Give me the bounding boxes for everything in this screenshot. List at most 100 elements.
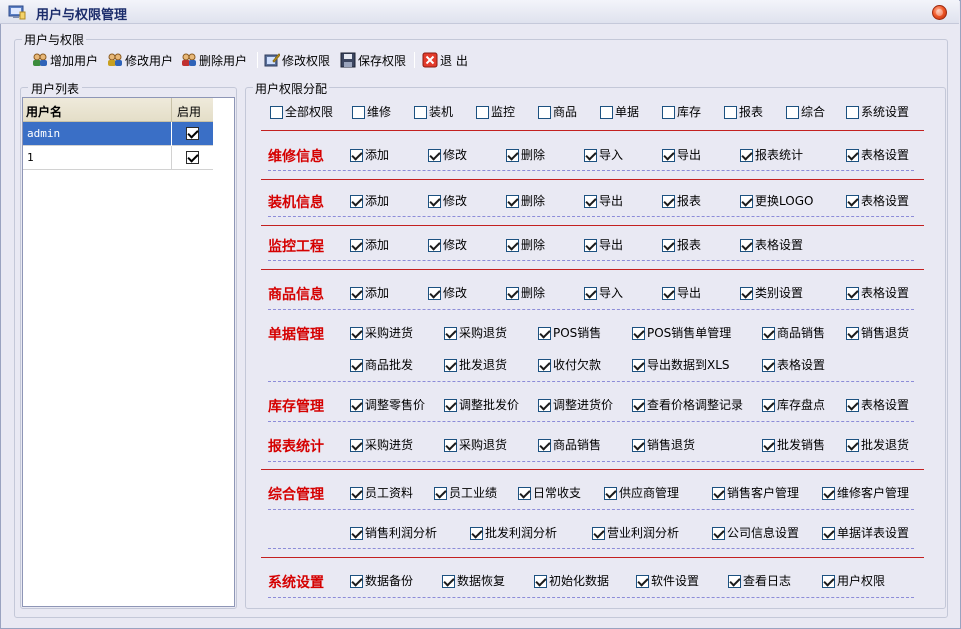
goods-import-checkbox[interactable]: 导入 [584,286,623,300]
column-divider [171,146,172,170]
general-staff-info-checkbox[interactable]: 员工资料 [350,486,413,500]
repair-edit-checkbox[interactable]: 修改 [428,148,467,162]
general-sales-customer-checkbox[interactable]: 销售客户管理 [712,486,799,500]
assembly-group-checkbox[interactable]: 装机 [414,105,453,119]
repair-table-settings-checkbox[interactable]: 表格设置 [846,148,909,162]
system-user-permissions-checkbox[interactable]: 用户权限 [822,574,885,588]
goods-category-settings-checkbox[interactable]: 类别设置 [740,286,803,300]
checkbox-box [762,326,775,340]
docs-wholesale-checkbox[interactable]: 商品批发 [350,358,413,372]
all-permissions-checkbox[interactable]: 全部权限 [270,105,333,119]
docs-sales-return-checkbox[interactable]: 销售退货 [846,326,909,340]
monitor-delete-checkbox[interactable]: 删除 [506,238,545,252]
save-permissions-button[interactable]: 保存权限 [340,50,406,70]
docs-pos-sales-checkbox[interactable]: POS销售 [538,326,601,340]
system-software-settings-checkbox[interactable]: 软件设置 [636,574,699,588]
goods-add-checkbox[interactable]: 添加 [350,286,389,300]
assembly-export-checkbox[interactable]: 导出 [584,194,623,208]
general-staff-performance-checkbox[interactable]: 员工业绩 [434,486,497,500]
general-operating-profit-checkbox[interactable]: 营业利润分析 [592,526,679,540]
system-backup-checkbox[interactable]: 数据备份 [350,574,413,588]
repair-report-stats-checkbox[interactable]: 报表统计 [740,148,803,162]
stock-adjust-purchase-checkbox[interactable]: 调整进货价 [538,398,613,412]
system-view-log-checkbox[interactable]: 查看日志 [728,574,791,588]
goods-edit-checkbox[interactable]: 修改 [428,286,467,300]
stock-group-checkbox[interactable]: 库存 [662,105,701,119]
stock-adjust-wholesale-checkbox[interactable]: 调整批发价 [444,398,519,412]
report-group-checkbox[interactable]: 报表 [724,105,763,119]
report-wholesale-return-checkbox[interactable]: 批发退货 [846,438,909,452]
report-purchase-in-checkbox[interactable]: 采购进货 [350,438,413,452]
general-wholesale-profit-checkbox[interactable]: 批发利润分析 [470,526,557,540]
save-icon [340,52,356,68]
general-daily-ledger-checkbox[interactable]: 日常收支 [518,486,581,500]
edit-permissions-button[interactable]: 修改权限 [264,50,330,70]
monitor-add-checkbox[interactable]: 添加 [350,238,389,252]
repair-delete-checkbox[interactable]: 删除 [506,148,545,162]
goods-group-checkbox[interactable]: 商品 [538,105,577,119]
monitor-export-checkbox[interactable]: 导出 [584,238,623,252]
stock-adjust-retail-checkbox[interactable]: 调整零售价 [350,398,425,412]
general-doc-detail-settings-checkbox[interactable]: 单据详表设置 [822,526,909,540]
checkbox-box [350,486,363,500]
user-enabled-checkbox[interactable] [186,127,199,140]
assembly-table-settings-checkbox[interactable]: 表格设置 [846,194,909,208]
general-group-checkbox[interactable]: 综合 [786,105,825,119]
system-restore-checkbox[interactable]: 数据恢复 [442,574,505,588]
user-enabled-checkbox[interactable] [186,151,199,164]
checkbox-box [350,194,363,208]
assembly-change-logo-checkbox[interactable]: 更换LOGO [740,194,813,208]
assembly-edit-checkbox[interactable]: 修改 [428,194,467,208]
checkbox-label: 调整批发价 [459,398,520,412]
assembly-delete-checkbox[interactable]: 删除 [506,194,545,208]
repair-export-checkbox[interactable]: 导出 [662,148,701,162]
enabled-column-header[interactable]: 启用 [177,103,201,120]
docs-receivables-checkbox[interactable]: 收付欠款 [538,358,601,372]
stock-table-settings-checkbox[interactable]: 表格设置 [846,398,909,412]
general-repair-customer-checkbox[interactable]: 维修客户管理 [822,486,909,500]
general-supplier-mgmt-checkbox[interactable]: 供应商管理 [604,486,679,500]
monitor-table-settings-checkbox[interactable]: 表格设置 [740,238,803,252]
stock-price-history-checkbox[interactable]: 查看价格调整记录 [632,398,743,412]
report-wholesale-sales-checkbox[interactable]: 批发销售 [762,438,825,452]
edit-user-button[interactable]: 修改用户 [107,50,173,70]
system-init-data-checkbox[interactable]: 初始化数据 [534,574,609,588]
close-button[interactable] [932,5,947,20]
user-row-admin[interactable]: admin [23,122,213,146]
repair-group-checkbox[interactable]: 维修 [352,105,391,119]
docs-group-checkbox[interactable]: 单据 [600,105,639,119]
docs-goods-sales-checkbox[interactable]: 商品销售 [762,326,825,340]
username-column-header[interactable]: 用户名 [26,103,62,120]
docs-purchase-in-checkbox[interactable]: 采购进货 [350,326,413,340]
assembly-report-checkbox[interactable]: 报表 [662,194,701,208]
system-group-checkbox[interactable]: 系统设置 [846,105,909,119]
general-company-info-checkbox[interactable]: 公司信息设置 [712,526,799,540]
user-row-1[interactable]: 1 [23,146,213,170]
goods-delete-checkbox[interactable]: 删除 [506,286,545,300]
add-user-button[interactable]: 增加用户 [32,50,98,70]
report-purchase-return-checkbox[interactable]: 采购退货 [444,438,507,452]
docs-pos-order-mgmt-checkbox[interactable]: POS销售单管理 [632,326,731,340]
checkbox-box [428,286,441,300]
monitor-group-checkbox[interactable]: 监控 [476,105,515,119]
general-sales-profit-checkbox[interactable]: 销售利润分析 [350,526,437,540]
docs-purchase-return-checkbox[interactable]: 采购退货 [444,326,507,340]
docs-table-settings-checkbox[interactable]: 表格设置 [762,358,825,372]
monitor-report-checkbox[interactable]: 报表 [662,238,701,252]
goods-table-settings-checkbox[interactable]: 表格设置 [846,286,909,300]
repair-add-checkbox[interactable]: 添加 [350,148,389,162]
delete-user-icon [182,53,196,66]
checkbox-box [428,148,441,162]
stock-inventory-count-checkbox[interactable]: 库存盘点 [762,398,825,412]
delete-user-button[interactable]: 删除用户 [181,50,247,70]
goods-export-checkbox[interactable]: 导出 [662,286,701,300]
monitor-edit-checkbox[interactable]: 修改 [428,238,467,252]
docs-wholesale-return-checkbox[interactable]: 批发退货 [444,358,507,372]
assembly-add-checkbox[interactable]: 添加 [350,194,389,208]
report-goods-sales-checkbox[interactable]: 商品销售 [538,438,601,452]
docs-export-xls-checkbox[interactable]: 导出数据到XLS [632,358,730,372]
exit-button[interactable]: 退 出 [422,50,468,70]
checkbox-label: 商品批发 [365,358,414,372]
report-sales-return-checkbox[interactable]: 销售退货 [632,438,695,452]
repair-import-checkbox[interactable]: 导入 [584,148,623,162]
